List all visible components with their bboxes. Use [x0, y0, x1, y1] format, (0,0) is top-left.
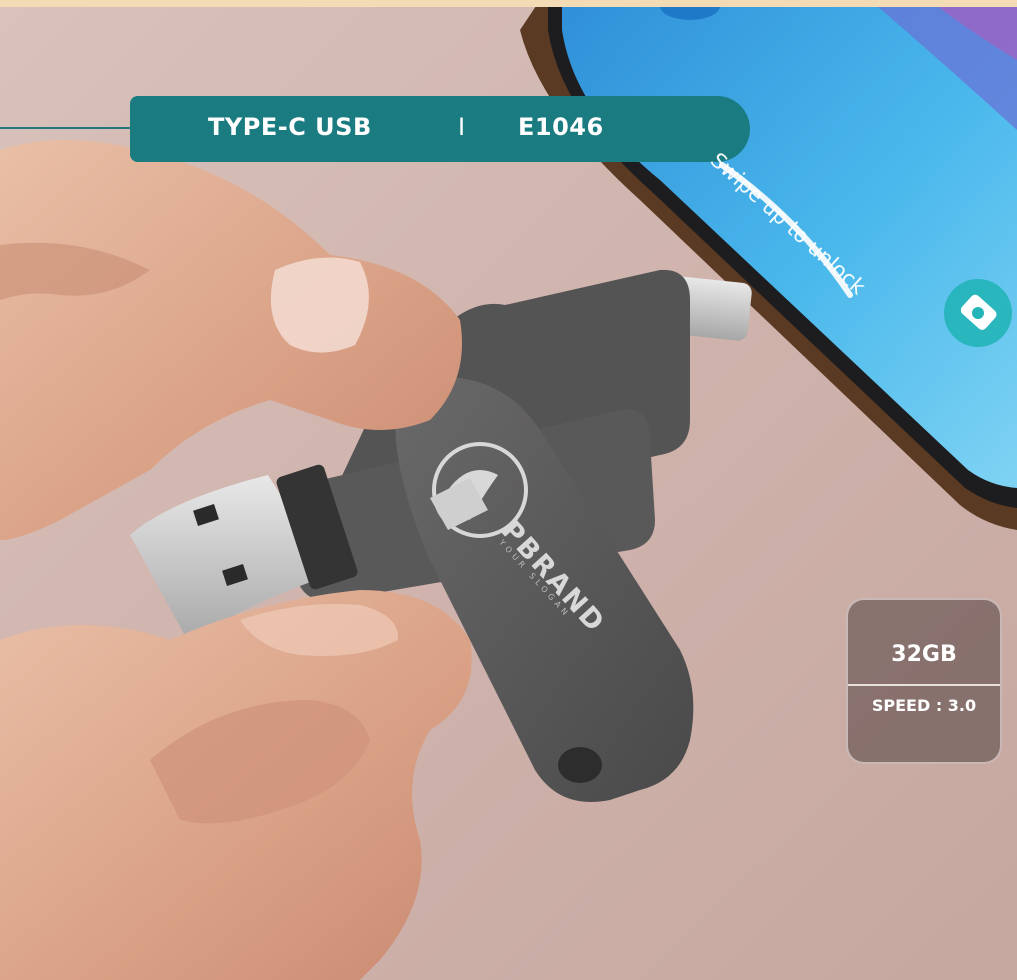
spec-card: 32GB SPEED : 3.0 [846, 598, 1002, 764]
spec-divider [848, 684, 1000, 686]
product-type-label: TYPE-C USB [208, 113, 372, 141]
speed-label: SPEED : 3.0 [871, 696, 977, 715]
model-code-label: E1046 [518, 113, 604, 141]
banner-leader-line [0, 127, 135, 129]
product-image: TYPE-C USB I E1046 Swipe up to unlock PB… [0, 0, 1017, 980]
capacity-label: 32GB [891, 642, 957, 667]
top-accent-strip [0, 0, 1017, 7]
product-banner: TYPE-C USB I E1046 [130, 96, 750, 162]
banner-separator: I [458, 113, 466, 141]
